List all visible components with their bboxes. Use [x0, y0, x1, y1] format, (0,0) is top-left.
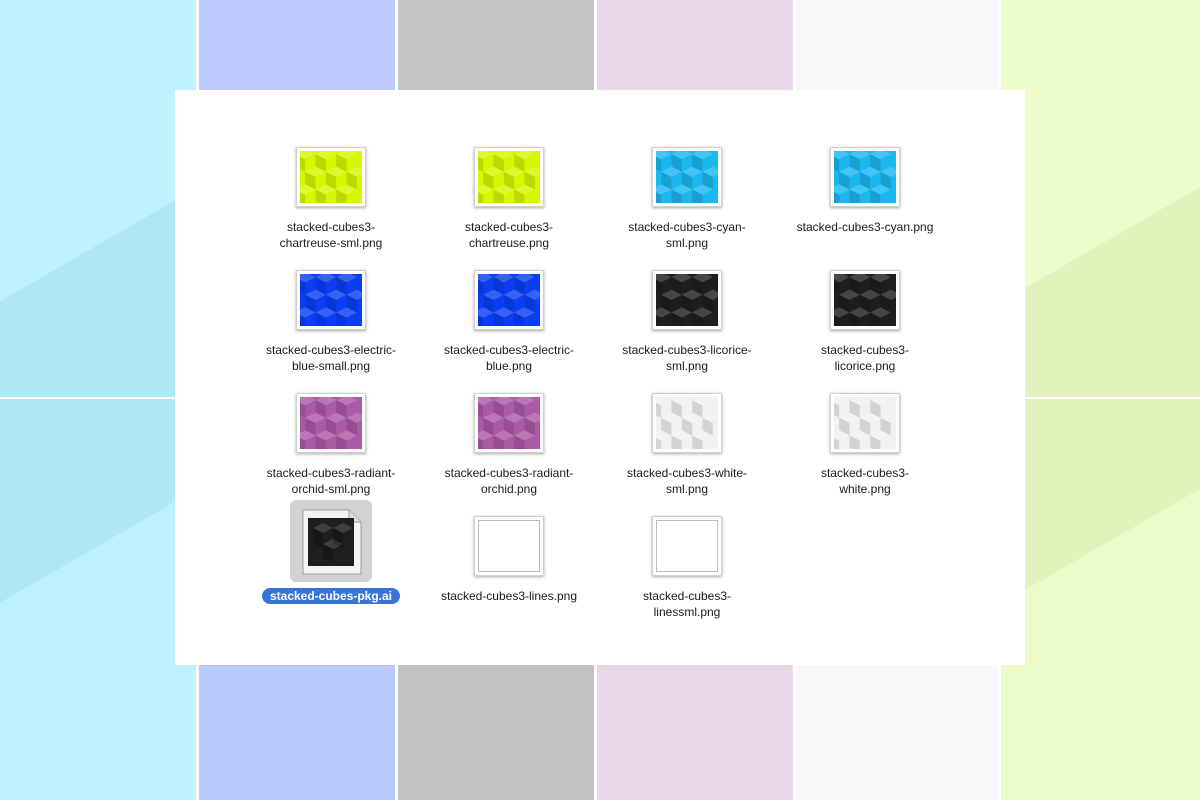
file-thumbnail: [652, 516, 722, 576]
thumbnail-image: [650, 394, 724, 454]
file-thumbnail: [828, 270, 902, 331]
file-item[interactable]: stacked-cubes-pkg.ai: [242, 500, 420, 636]
file-name-text: stacked-cubes3-licorice- sml.png: [622, 343, 752, 373]
file-thumbnail: [828, 147, 902, 208]
chartreuse-thumbnail-icon: [294, 148, 368, 208]
licorice-thumbnail-icon: [650, 271, 724, 331]
cyan-thumbnail-icon: [650, 148, 724, 208]
electric-blue-thumbnail-icon: [294, 271, 368, 331]
thumbnail-image: [294, 148, 368, 208]
chartreuse-thumbnail-icon: [472, 148, 546, 208]
thumbnail-image: [650, 271, 724, 331]
thumbnail-image: [472, 148, 546, 208]
file-name-label: stacked-cubes-pkg.ai: [242, 588, 420, 604]
thumbnail-image: [828, 148, 902, 208]
file-name-text: stacked-cubes3- chartreuse-sml.png: [279, 220, 383, 250]
file-name-label: stacked-cubes3-electric- blue-small.png: [242, 342, 420, 374]
file-name-label: stacked-cubes3-radiant- orchid-sml.png: [242, 465, 420, 497]
file-name-label: stacked-cubes3-cyan- sml.png: [598, 219, 776, 251]
white-thumbnail-icon: [650, 394, 724, 454]
file-item[interactable]: stacked-cubes3-cyan.png: [776, 147, 954, 267]
thumbnail-image: [472, 394, 546, 454]
file-item[interactable]: stacked-cubes3-white- sml.png: [598, 393, 776, 513]
file-thumbnail: [650, 147, 724, 208]
file-name-text: stacked-cubes3-radiant- orchid-sml.png: [266, 466, 396, 496]
file-item[interactable]: stacked-cubes3-licorice- sml.png: [598, 270, 776, 390]
file-name-text: stacked-cubes3-cyan.png: [796, 220, 934, 234]
file-item[interactable]: stacked-cubes3-cyan- sml.png: [598, 147, 776, 267]
lines-thumbnail-icon: [657, 521, 717, 571]
thumbnail-image: [650, 148, 724, 208]
electric-blue-thumbnail-icon: [472, 271, 546, 331]
file-item[interactable]: stacked-cubes3- linessml.png: [598, 516, 776, 636]
file-name-label: stacked-cubes3-electric- blue.png: [420, 342, 598, 374]
finder-icon-view: stacked-cubes3- chartreuse-sml.png stacke…: [175, 90, 1025, 665]
lines-thumbnail-icon: [479, 521, 539, 571]
file-name-label: stacked-cubes3- licorice.png: [776, 342, 954, 374]
file-name-text: stacked-cubes3-radiant- orchid.png: [444, 466, 574, 496]
cyan-thumbnail-icon: [828, 148, 902, 208]
bg-panel-cyan: [0, 0, 196, 800]
file-name-text: stacked-cubes3- chartreuse.png: [464, 220, 554, 250]
file-name-text: stacked-cubes3-electric- blue.png: [443, 343, 575, 373]
file-item[interactable]: stacked-cubes3- white.png: [776, 393, 954, 513]
document-thumbnail: [299, 508, 363, 576]
thumbnail-image: [294, 394, 368, 454]
file-name-label: stacked-cubes3-radiant- orchid.png: [420, 465, 598, 497]
file-name-text: stacked-cubes3- white.png: [820, 466, 910, 496]
file-thumbnail: [294, 270, 368, 331]
file-name-text: stacked-cubes3- licorice.png: [820, 343, 910, 373]
thumbnail-image: [478, 520, 540, 572]
thumbnail-image: [828, 394, 902, 454]
white-thumbnail-icon: [828, 394, 902, 454]
thumbnail-image: [656, 520, 718, 572]
file-name-text: stacked-cubes3- linessml.png: [642, 589, 732, 619]
file-thumbnail: [472, 147, 546, 208]
radiant-orchid-thumbnail-icon: [472, 394, 546, 454]
file-item[interactable]: stacked-cubes3- chartreuse-sml.png: [242, 147, 420, 267]
radiant-orchid-thumbnail-icon: [294, 394, 368, 454]
file-name-label: stacked-cubes3-cyan.png: [776, 219, 954, 235]
file-name-label: stacked-cubes3- chartreuse-sml.png: [242, 219, 420, 251]
file-thumbnail: [472, 393, 546, 454]
licorice-thumbnail-icon: [828, 271, 902, 331]
file-name-label: stacked-cubes3- chartreuse.png: [420, 219, 598, 251]
file-thumbnail: [294, 147, 368, 208]
thumbnail-image: [472, 271, 546, 331]
file-name-text: stacked-cubes3-white- sml.png: [626, 466, 748, 496]
file-name-label: stacked-cubes3- white.png: [776, 465, 954, 497]
file-item[interactable]: stacked-cubes3-radiant- orchid-sml.png: [242, 393, 420, 513]
file-name-text: stacked-cubes3-cyan- sml.png: [628, 220, 746, 250]
file-item[interactable]: stacked-cubes3-lines.png: [420, 516, 598, 636]
bg-panel-chartreuse: [1001, 0, 1200, 800]
file-item[interactable]: stacked-cubes3-electric- blue.png: [420, 270, 598, 390]
file-name-text: stacked-cubes-pkg.ai: [261, 588, 401, 604]
file-thumbnail: [472, 270, 546, 331]
thumbnail-image: [294, 271, 368, 331]
file-name-label: stacked-cubes3-lines.png: [420, 588, 598, 604]
file-name-label: stacked-cubes3- linessml.png: [598, 588, 776, 620]
file-name-text: stacked-cubes3-electric- blue-small.png: [265, 343, 397, 373]
file-thumbnail: [294, 393, 368, 454]
file-name-text: stacked-cubes3-lines.png: [440, 589, 578, 603]
file-item[interactable]: stacked-cubes3-electric- blue-small.png: [242, 270, 420, 390]
file-name-label: stacked-cubes3-licorice- sml.png: [598, 342, 776, 374]
file-item[interactable]: stacked-cubes3- chartreuse.png: [420, 147, 598, 267]
illustrator-document-icon: [302, 509, 362, 575]
file-thumbnail: [650, 270, 724, 331]
thumbnail-image: [828, 271, 902, 331]
file-item[interactable]: stacked-cubes3- licorice.png: [776, 270, 954, 390]
file-name-label: stacked-cubes3-white- sml.png: [598, 465, 776, 497]
file-thumbnail: [474, 516, 544, 576]
file-thumbnail: [650, 393, 724, 454]
file-item[interactable]: stacked-cubes3-radiant- orchid.png: [420, 393, 598, 513]
file-thumbnail: [828, 393, 902, 454]
